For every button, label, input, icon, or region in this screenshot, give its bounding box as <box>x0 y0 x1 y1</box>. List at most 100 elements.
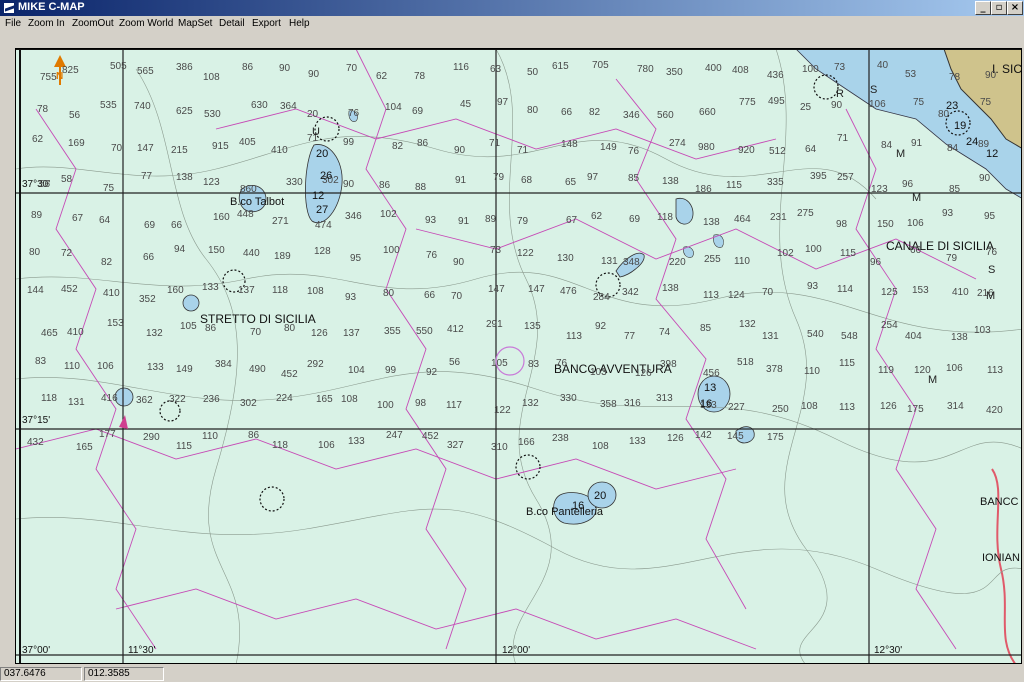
shoal-depth: 23 <box>946 100 958 112</box>
depth-sounding: 50 <box>527 67 539 78</box>
depth-sounding: 100 <box>805 244 822 255</box>
depth-sounding: 348 <box>623 257 640 268</box>
menu-help[interactable]: Help <box>289 18 310 29</box>
depth-sounding: 62 <box>32 134 44 145</box>
depth-sounding: 76 <box>556 358 568 369</box>
depth-sounding: 137 <box>343 328 360 339</box>
shoal-depth: 12 <box>986 148 998 160</box>
depth-sounding: 860 <box>240 184 257 195</box>
depth-sounding: 440 <box>243 248 260 259</box>
depth-sounding: 106 <box>869 99 886 110</box>
depth-sounding: 238 <box>552 433 569 444</box>
depth-sounding: 91 <box>911 138 923 149</box>
depth-sounding: 410 <box>271 145 288 156</box>
shoal-depth: 27 <box>316 204 328 216</box>
depth-sounding: 124 <box>728 290 745 301</box>
depth-sounding: 122 <box>494 405 511 416</box>
depth-sounding: 175 <box>767 432 784 443</box>
depth-sounding: 275 <box>797 208 814 219</box>
depth-sounding: 106 <box>97 361 114 372</box>
depth-sounding: 63 <box>490 64 502 75</box>
depth-sounding: 76 <box>426 250 438 261</box>
depth-sounding: 25 <box>800 102 812 113</box>
latitude-label: 37°15' <box>22 415 50 426</box>
depth-sounding: 66 <box>910 245 922 256</box>
depth-sounding: 452 <box>422 431 439 442</box>
depth-sounding: 83 <box>528 359 540 370</box>
depth-sounding: 99 <box>343 137 355 148</box>
depth-sounding: 75 <box>913 97 925 108</box>
depth-sounding: 53 <box>905 69 917 80</box>
depth-sounding: 114 <box>837 284 853 295</box>
shoal-depth: 24 <box>966 136 978 148</box>
depth-sounding: 342 <box>622 287 639 298</box>
menu-detail[interactable]: Detail <box>219 18 245 29</box>
depth-sounding: 432 <box>27 437 44 448</box>
area-code: S <box>870 84 877 96</box>
depth-sounding: 78 <box>949 72 961 83</box>
depth-sounding: 615 <box>552 61 569 72</box>
minimize-button[interactable]: _ <box>975 1 991 15</box>
menu-file[interactable]: File <box>5 18 21 29</box>
depth-sounding: 93 <box>942 208 954 219</box>
depth-sounding: 456 <box>703 368 720 379</box>
depth-sounding: 67 <box>566 215 578 226</box>
depth-sounding: 82 <box>392 141 404 152</box>
depth-sounding: 775 <box>739 97 756 108</box>
depth-sounding: 75 <box>103 183 115 194</box>
depth-sounding: 70 <box>346 63 358 74</box>
depth-sounding: 56 <box>69 110 81 121</box>
depth-sounding: 565 <box>137 66 154 77</box>
depth-sounding: 69 <box>629 214 641 225</box>
depth-sounding: 97 <box>587 172 599 183</box>
depth-sounding: 105 <box>180 321 197 332</box>
menu-zoom-out[interactable]: ZoomOut <box>72 18 114 29</box>
depth-sounding: 322 <box>169 394 186 405</box>
depth-sounding: 138 <box>176 172 193 183</box>
nautical-chart[interactable]: STRETTO DI SICILIA CANALE DI SICILIA BANCO… <box>15 48 1022 664</box>
menu-export[interactable]: Export <box>252 18 281 29</box>
restore-button[interactable]: ▫ <box>991 1 1007 15</box>
depth-sounding: 346 <box>623 110 640 121</box>
depth-sounding: 73 <box>490 245 502 256</box>
depth-sounding: 138 <box>951 332 968 343</box>
depth-sounding: 271 <box>272 216 289 227</box>
depth-sounding: 66 <box>143 252 155 263</box>
close-button[interactable]: × <box>1007 1 1023 15</box>
depth-sounding: 56 <box>449 357 461 368</box>
depth-sounding: 290 <box>143 432 160 443</box>
depth-sounding: 535 <box>100 100 117 111</box>
depth-sounding: 80 <box>284 323 296 334</box>
depth-sounding: 113 <box>839 402 855 413</box>
depth-sounding: 110 <box>804 366 820 377</box>
depth-sounding: 93 <box>345 292 357 303</box>
depth-sounding: 386 <box>176 62 193 73</box>
depth-sounding: 548 <box>841 331 858 342</box>
depth-sounding: 69 <box>412 106 424 117</box>
depth-sounding: 147 <box>488 284 505 295</box>
depth-sounding: 64 <box>805 144 817 155</box>
depth-sounding: 137 <box>238 285 255 296</box>
depth-sounding: 116 <box>453 62 469 73</box>
depth-sounding: 83 <box>35 356 47 367</box>
depth-sounding: 102 <box>380 209 397 220</box>
menu-zoom-in[interactable]: Zoom In <box>28 18 65 29</box>
menu-mapset[interactable]: MapSet <box>178 18 212 29</box>
depth-sounding: 100 <box>802 64 819 75</box>
depth-sounding: 99 <box>385 365 397 376</box>
depth-sounding: 550 <box>416 326 433 337</box>
depth-sounding: 131 <box>68 397 85 408</box>
depth-sounding: 62 <box>376 71 388 82</box>
depth-sounding: 630 <box>251 100 268 111</box>
depth-sounding: 80 <box>383 288 395 299</box>
depth-sounding: 153 <box>912 285 929 296</box>
depth-sounding: 80 <box>527 105 539 116</box>
depth-sounding: 66 <box>171 220 183 231</box>
depth-sounding: 100 <box>383 245 400 256</box>
depth-sounding: 86 <box>242 62 254 73</box>
depth-sounding: 408 <box>732 65 749 76</box>
depth-sounding: 82 <box>589 107 601 118</box>
menu-zoom-world[interactable]: Zoom World <box>119 18 173 29</box>
depth-sounding: 118 <box>272 285 288 296</box>
depth-sounding: 133 <box>147 362 164 373</box>
